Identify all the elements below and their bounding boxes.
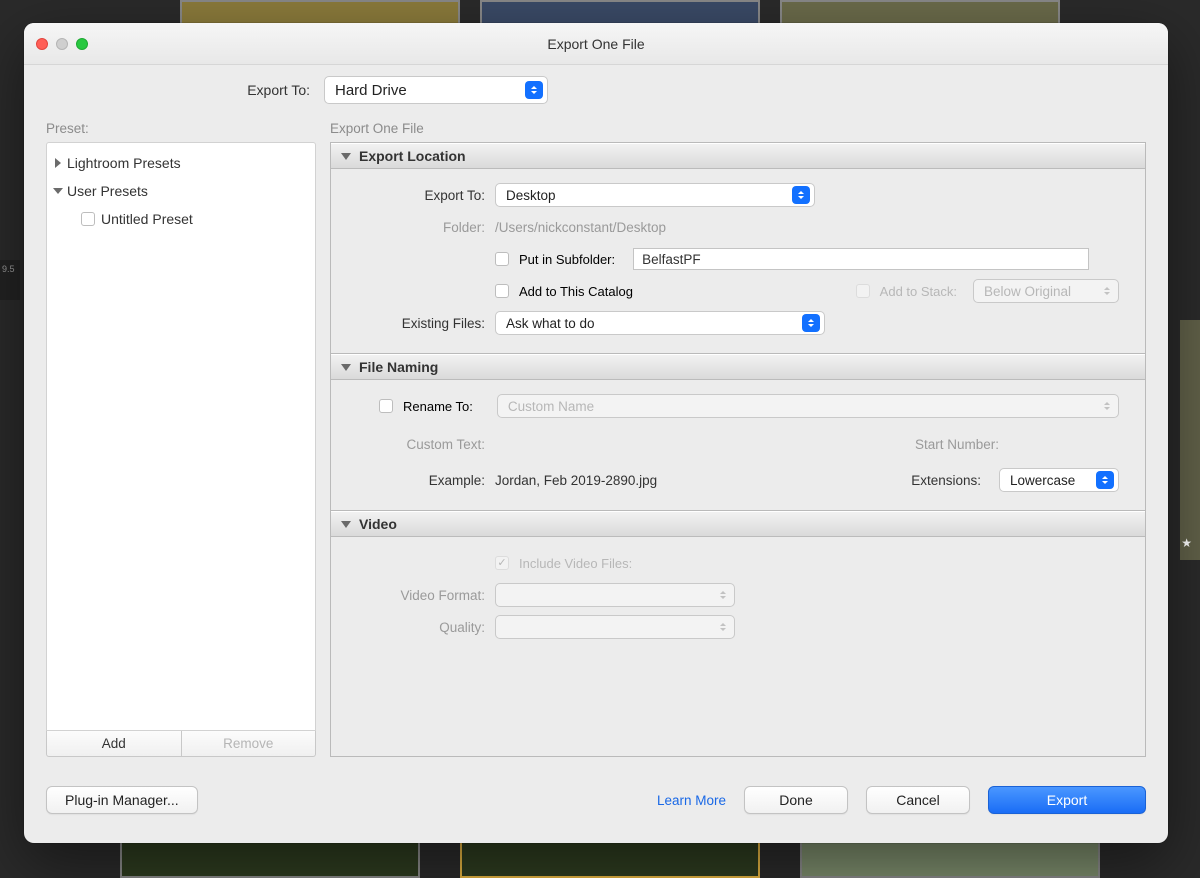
- window-title: Export One File: [547, 36, 644, 52]
- chevron-updown-icon: [716, 618, 730, 636]
- plugin-manager-button[interactable]: Plug-in Manager...: [46, 786, 198, 814]
- remove-preset-button: Remove: [182, 731, 317, 757]
- right-label: Export One File: [330, 121, 1146, 136]
- existing-files-label: Existing Files:: [357, 316, 485, 331]
- video-format-label: Video Format:: [357, 588, 485, 603]
- folder-path: /Users/nickconstant/Desktop: [495, 220, 666, 235]
- preset-checkbox[interactable]: [81, 212, 95, 226]
- preset-column: Preset: Lightroom Presets User Presets U…: [46, 121, 316, 757]
- panel-export-location: Export Location Export To: Desktop Folde…: [331, 143, 1145, 354]
- dialog-footer: Plug-in Manager... Learn More Done Cance…: [24, 757, 1168, 843]
- video-quality-popup: [495, 615, 735, 639]
- subfolder-checkbox[interactable]: [495, 252, 509, 266]
- existing-files-popup[interactable]: Ask what to do: [495, 311, 825, 335]
- add-stack-label: Add to Stack:: [880, 284, 957, 299]
- add-catalog-checkbox[interactable]: [495, 284, 509, 298]
- chevron-down-icon: [53, 188, 63, 194]
- start-number-label: Start Number:: [915, 437, 999, 452]
- include-video-checkbox: [495, 556, 509, 570]
- include-video-label: Include Video Files:: [519, 556, 632, 571]
- export-button[interactable]: Export: [988, 786, 1146, 814]
- export-destination-popup[interactable]: Desktop: [495, 183, 815, 207]
- video-format-popup: [495, 583, 735, 607]
- add-preset-button[interactable]: Add: [46, 731, 182, 757]
- learn-more-link[interactable]: Learn More: [657, 793, 726, 808]
- panel-header-export-location[interactable]: Export Location: [331, 143, 1145, 169]
- chevron-updown-icon: [525, 81, 543, 99]
- minimize-window-button: [56, 38, 68, 50]
- add-stack-checkbox: [856, 284, 870, 298]
- chevron-right-icon: [55, 158, 61, 168]
- titlebar: Export One File: [24, 23, 1168, 65]
- video-quality-label: Quality:: [357, 620, 485, 635]
- chevron-updown-icon: [1100, 397, 1114, 415]
- add-stack-popup: Below Original: [973, 279, 1119, 303]
- panel-header-file-naming[interactable]: File Naming: [331, 354, 1145, 380]
- export-dialog: Export One File Export To: Hard Drive Pr…: [24, 23, 1168, 843]
- chevron-updown-icon: [1100, 282, 1114, 300]
- custom-text-label: Custom Text:: [357, 437, 485, 452]
- panel-file-naming: File Naming Rename To: Custom Name: [331, 354, 1145, 511]
- settings-scroll[interactable]: Export Location Export To: Desktop Folde…: [330, 142, 1146, 757]
- export-to-bar: Export To: Hard Drive: [24, 65, 1168, 115]
- done-button[interactable]: Done: [744, 786, 848, 814]
- export-to-label2: Export To:: [357, 188, 485, 203]
- chevron-updown-icon: [716, 586, 730, 604]
- preset-group-user[interactable]: User Presets: [47, 177, 315, 205]
- chevron-updown-icon: [792, 186, 810, 204]
- bg-thumb: [800, 838, 1100, 878]
- preset-group-lightroom[interactable]: Lightroom Presets: [47, 149, 315, 177]
- folder-label: Folder:: [357, 220, 485, 235]
- disclosure-triangle-icon: [341, 364, 351, 371]
- close-window-button[interactable]: [36, 38, 48, 50]
- rename-checkbox[interactable]: [379, 399, 393, 413]
- panel-video: Video Include Video Files: Video Format:: [331, 511, 1145, 657]
- preset-list[interactable]: Lightroom Presets User Presets Untitled …: [46, 142, 316, 731]
- bg-right-thumb: [1180, 320, 1200, 560]
- extensions-label: Extensions:: [911, 473, 981, 488]
- star-icon: ★: [1181, 536, 1192, 550]
- add-catalog-label: Add to This Catalog: [519, 284, 633, 299]
- export-to-popup[interactable]: Hard Drive: [324, 76, 548, 104]
- bg-thumb: [120, 838, 420, 878]
- preset-untitled[interactable]: Untitled Preset: [47, 205, 315, 233]
- chevron-updown-icon: [802, 314, 820, 332]
- zoom-window-button[interactable]: [76, 38, 88, 50]
- rename-label: Rename To:: [403, 399, 473, 414]
- export-to-value: Hard Drive: [335, 82, 407, 99]
- extensions-popup[interactable]: Lowercase: [999, 468, 1119, 492]
- chevron-updown-icon: [1096, 471, 1114, 489]
- preset-label: Preset:: [46, 121, 316, 136]
- panel-header-video[interactable]: Video: [331, 511, 1145, 537]
- cancel-button[interactable]: Cancel: [866, 786, 970, 814]
- bg-thumb: [460, 838, 760, 878]
- example-label: Example:: [357, 473, 485, 488]
- example-value: Jordan, Feb 2019-2890.jpg: [495, 473, 657, 488]
- disclosure-triangle-icon: [341, 521, 351, 528]
- subfolder-label: Put in Subfolder:: [519, 252, 615, 267]
- rename-popup: Custom Name: [497, 394, 1119, 418]
- settings-column: Export One File Export Location Export T…: [330, 121, 1146, 757]
- subfolder-input[interactable]: BelfastPF: [633, 248, 1089, 270]
- export-to-label: Export To:: [24, 82, 324, 98]
- bg-left-panel: 9.5: [0, 260, 20, 300]
- disclosure-triangle-icon: [341, 153, 351, 160]
